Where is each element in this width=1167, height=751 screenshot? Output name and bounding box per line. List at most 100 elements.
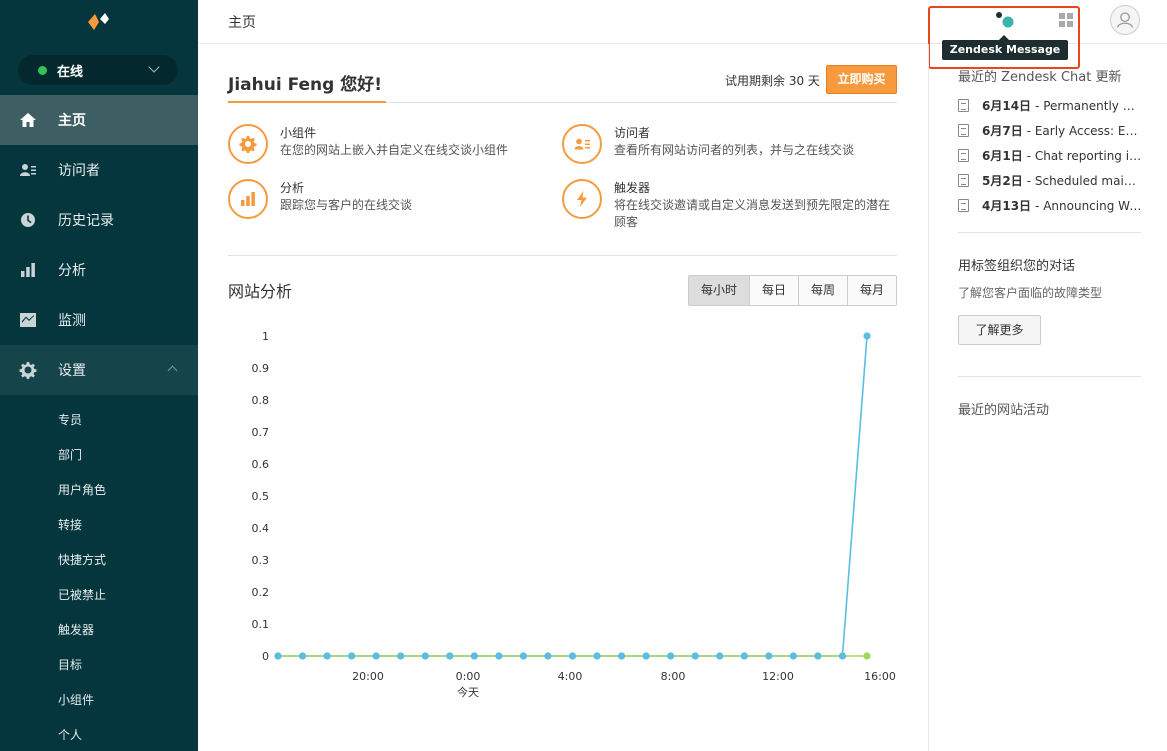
y-tick-label: 1 — [262, 330, 269, 343]
feature-analytics[interactable]: 分析 跟踪您与客户的在线交谈 — [228, 179, 558, 219]
buy-now-button[interactable]: 立即购买 — [826, 65, 897, 94]
update-text: - Early Access: Enh... — [1026, 123, 1143, 138]
data-point — [274, 652, 282, 660]
sidebar: 在线 主页 访问者 历史记录 分析 监测 设置 专员 部门 用户角色 转接 快捷… — [0, 0, 198, 751]
y-tick-label: 0.2 — [252, 586, 270, 599]
subnav-item[interactable]: 快捷方式 — [0, 543, 198, 578]
nav-label: 监测 — [58, 313, 86, 329]
right-panel: 最近的 Zendesk Chat 更新 6月14日 - Permanently D… — [928, 44, 1167, 751]
lightning-icon — [562, 179, 602, 219]
y-tick-label: 0.3 — [252, 554, 270, 567]
data-point — [617, 652, 626, 660]
x-tick-label: 12:00 — [762, 670, 794, 683]
visitors-icon — [18, 160, 38, 180]
monitor-icon — [18, 310, 38, 330]
feature-desc: 查看所有网站访问者的列表，并与之在线交谈 — [614, 143, 855, 157]
online-status-dot — [38, 65, 47, 75]
document-icon — [958, 124, 969, 137]
updates-heading: 最近的 Zendesk Chat 更新 — [958, 70, 1122, 85]
nav-item-visitors[interactable]: 访问者 — [0, 145, 198, 195]
update-item[interactable]: 5月2日 - Scheduled mainte... — [958, 168, 1143, 193]
data-point — [421, 652, 429, 660]
tags-title: 用标签组织您的对话 — [958, 259, 1076, 274]
update-text: - Chat reporting in I... — [1026, 148, 1143, 163]
learn-more-button[interactable]: 了解更多 — [958, 315, 1041, 345]
divider — [228, 255, 897, 256]
period-weekly-button[interactable]: 每周 — [798, 276, 847, 305]
update-date: 5月2日 — [982, 174, 1023, 188]
subnav-item[interactable]: 部门 — [0, 438, 198, 473]
data-point — [838, 652, 847, 660]
avatar[interactable] — [1110, 5, 1140, 35]
nav-item-home[interactable]: 主页 — [0, 95, 198, 145]
zendesk-logo[interactable] — [86, 10, 112, 32]
feature-title: 分析 — [280, 181, 305, 195]
data-point — [765, 652, 773, 660]
data-point — [495, 652, 503, 660]
document-icon — [958, 149, 969, 162]
page-title: 主页 — [228, 15, 256, 31]
update-item[interactable]: 4月13日- Announcing Web... — [958, 193, 1143, 218]
status-label: 在线 — [57, 64, 84, 80]
series-line — [278, 335, 868, 657]
subnav-item[interactable]: 已被禁止 — [0, 578, 198, 613]
status-dropdown[interactable]: 在线 — [18, 55, 178, 85]
update-date: 4月13日 — [982, 199, 1032, 213]
history-icon — [18, 210, 38, 230]
y-tick-label: 0.5 — [252, 490, 270, 503]
feature-visitors[interactable]: 访问者 查看所有网站访问者的列表，并与之在线交谈 — [562, 124, 892, 164]
feature-triggers[interactable]: 触发器 将在线交谈邀请或自定义消息发送到预先限定的潜在顾客 — [562, 179, 898, 231]
nav-item-settings[interactable]: 设置 — [0, 345, 198, 395]
subnav-item[interactable]: 用户角色 — [0, 473, 198, 508]
feature-title: 小组件 — [280, 126, 317, 140]
y-tick-label: 0.6 — [252, 458, 270, 471]
nav-label: 访问者 — [58, 163, 100, 179]
subnav-item[interactable]: 小组件 — [0, 683, 198, 718]
nav-label: 设置 — [58, 363, 86, 379]
y-tick-label: 0 — [262, 650, 269, 663]
greeting-heading: Jiahui Feng 您好! — [228, 75, 382, 95]
divider — [958, 376, 1141, 377]
data-point — [593, 652, 601, 660]
nav-item-history[interactable]: 历史记录 — [0, 195, 198, 245]
period-hourly-button[interactable]: 每小时 — [689, 276, 749, 305]
subnav-item[interactable]: 触发器 — [0, 613, 198, 648]
feature-widget[interactable]: 小组件 在您的网站上嵌入并自定义在线交谈小组件 — [228, 124, 558, 164]
period-monthly-button[interactable]: 每月 — [847, 276, 896, 305]
x-tick-label: 16:00 — [864, 670, 896, 683]
update-item[interactable]: 6月14日 - Permanently Del... — [958, 93, 1143, 118]
data-point — [568, 652, 577, 660]
site-analytics-chart: 0 0.1 0.2 0.3 0.4 0.5 0.6 0.7 0.8 0.9 1 20:00 0:00 4:… — [252, 330, 896, 699]
data-point — [691, 652, 699, 660]
data-point — [642, 652, 650, 660]
data-point — [348, 652, 356, 660]
divider — [958, 232, 1141, 233]
data-point — [863, 332, 871, 340]
trial-remaining: 试用期剩余 30 天 — [725, 74, 820, 88]
update-item[interactable]: 6月7日 - Early Access: Enh... — [958, 118, 1143, 143]
subnav-item[interactable]: 专员 — [0, 403, 198, 438]
analytics-icon — [18, 260, 38, 280]
feature-title: 触发器 — [614, 181, 651, 195]
subnav-item[interactable]: 目标 — [0, 648, 198, 683]
update-date: 6月14日 — [982, 99, 1032, 113]
x-tick-label: 0:00 — [456, 670, 481, 683]
nav-item-analytics[interactable]: 分析 — [0, 245, 198, 295]
y-tick-label: 0.1 — [252, 618, 270, 631]
nav-item-monitor[interactable]: 监测 — [0, 295, 198, 345]
x-tick-label: 8:00 — [661, 670, 686, 683]
updates-list: 6月14日 - Permanently Del... 6月7日 - Early Ac… — [958, 93, 1143, 218]
subnav-item[interactable]: 个人 — [0, 718, 198, 751]
update-item[interactable]: 6月1日 - Chat reporting in I... — [958, 143, 1143, 168]
x-tick-label: 4:00 — [558, 670, 583, 683]
x-tick-label: 20:00 — [352, 670, 384, 683]
y-tick-label: 0.9 — [252, 362, 270, 375]
subnav-item[interactable]: 转接 — [0, 508, 198, 543]
update-text: - Announcing Web... — [1035, 198, 1143, 213]
period-daily-button[interactable]: 每日 — [749, 276, 798, 305]
data-point — [298, 652, 307, 660]
main-content: Jiahui Feng 您好! 试用期剩余 30 天 立即购买 小组件 在您的网… — [228, 44, 898, 751]
data-point — [397, 652, 405, 660]
home-icon — [18, 110, 38, 130]
data-point — [814, 652, 822, 660]
